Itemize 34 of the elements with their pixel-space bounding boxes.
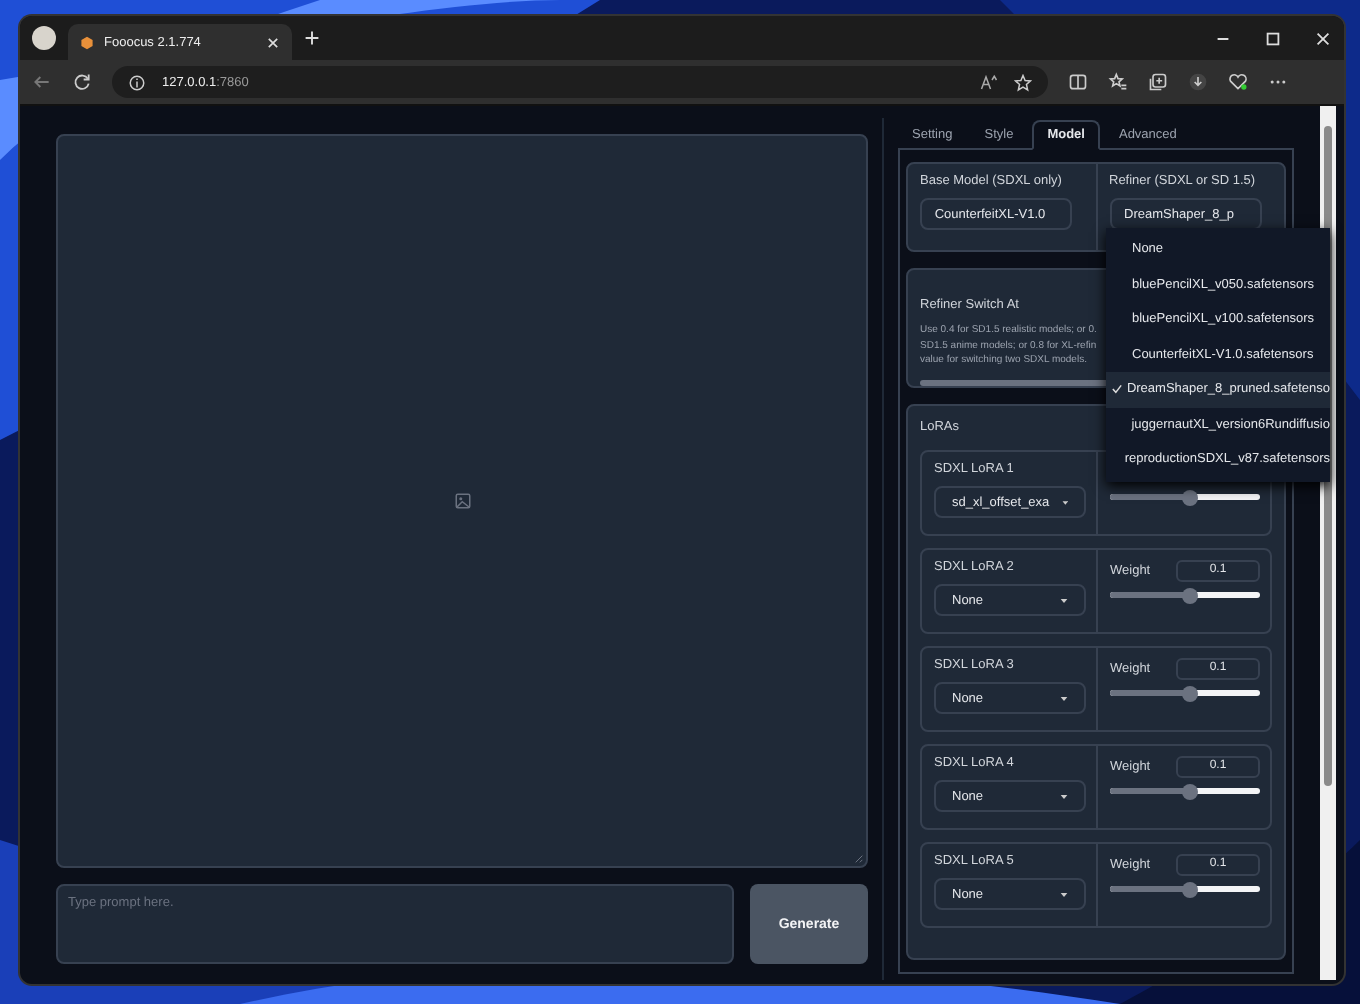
close-icon[interactable] — [1314, 29, 1332, 47]
hexagon-icon — [80, 35, 94, 49]
profile-avatar[interactable] — [32, 26, 56, 50]
split-screen-icon[interactable] — [1068, 72, 1088, 92]
resize-handle-icon[interactable] — [854, 854, 864, 864]
weight-slider[interactable] — [1110, 494, 1260, 500]
caret-icon — [1060, 793, 1068, 799]
weight-slider[interactable] — [1110, 788, 1260, 794]
close-icon[interactable] — [266, 35, 280, 49]
caret-icon — [1061, 499, 1068, 505]
slider-thumb[interactable] — [1181, 489, 1198, 505]
weight-slider[interactable] — [1110, 886, 1260, 892]
image-icon — [453, 492, 471, 510]
collections-icon[interactable] — [1148, 72, 1168, 92]
slider-thumb[interactable] — [1181, 783, 1198, 799]
read-aloud-icon[interactable] — [980, 73, 998, 91]
star-icon[interactable] — [1014, 73, 1032, 91]
check-icon — [1106, 384, 1127, 395]
slider-thumb[interactable] — [1181, 685, 1198, 701]
weight-slider[interactable] — [1110, 690, 1260, 696]
maximize-icon[interactable] — [1264, 29, 1282, 47]
reload-icon[interactable] — [72, 72, 92, 92]
info-icon — [128, 73, 146, 91]
weight-slider[interactable] — [1110, 592, 1260, 598]
caret-icon — [1060, 597, 1068, 603]
caret-icon — [1060, 891, 1068, 897]
caret-icon — [1060, 695, 1068, 701]
favorites-icon[interactable] — [1108, 72, 1128, 92]
heart-icon[interactable] — [1228, 72, 1248, 92]
slider-thumb[interactable] — [1181, 881, 1198, 897]
download-icon[interactable] — [1188, 72, 1208, 92]
back-arrow-icon[interactable] — [32, 72, 52, 92]
new-tab-icon[interactable] — [304, 30, 320, 46]
slider-thumb[interactable] — [1181, 587, 1198, 603]
